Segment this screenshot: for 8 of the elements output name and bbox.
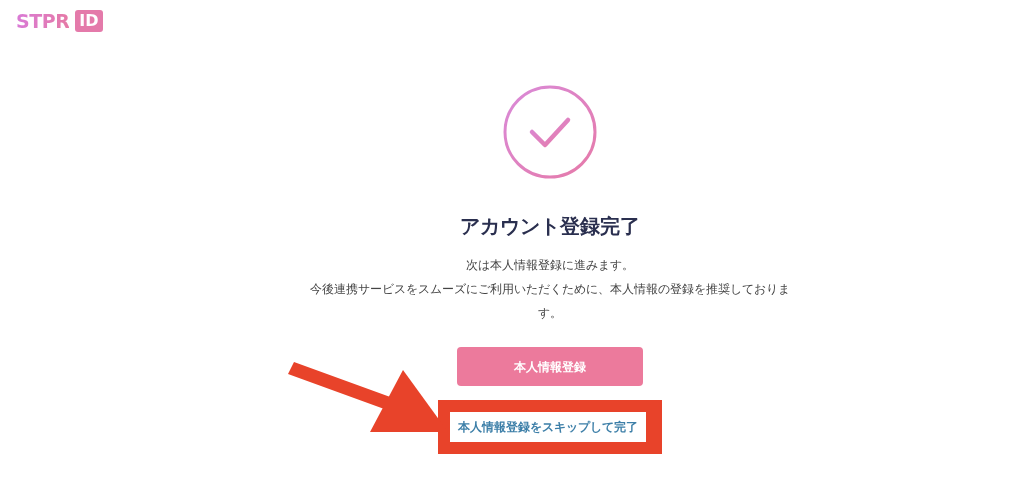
check-circle-icon — [502, 84, 598, 180]
register-button[interactable]: 本人情報登録 — [457, 347, 643, 386]
page-title: アカウント登録完了 — [460, 214, 640, 239]
logo-text: STPR — [16, 11, 70, 31]
message-text: 次は本人情報登録に進みます。 — [466, 257, 634, 274]
skip-link[interactable]: 本人情報登録をスキップして完了 — [450, 412, 646, 442]
logo-badge: ID — [75, 10, 103, 32]
message-text: 今後連携サービスをスムーズにご利用いただくために、本人情報の登録を推奨しております。 — [309, 281, 791, 322]
